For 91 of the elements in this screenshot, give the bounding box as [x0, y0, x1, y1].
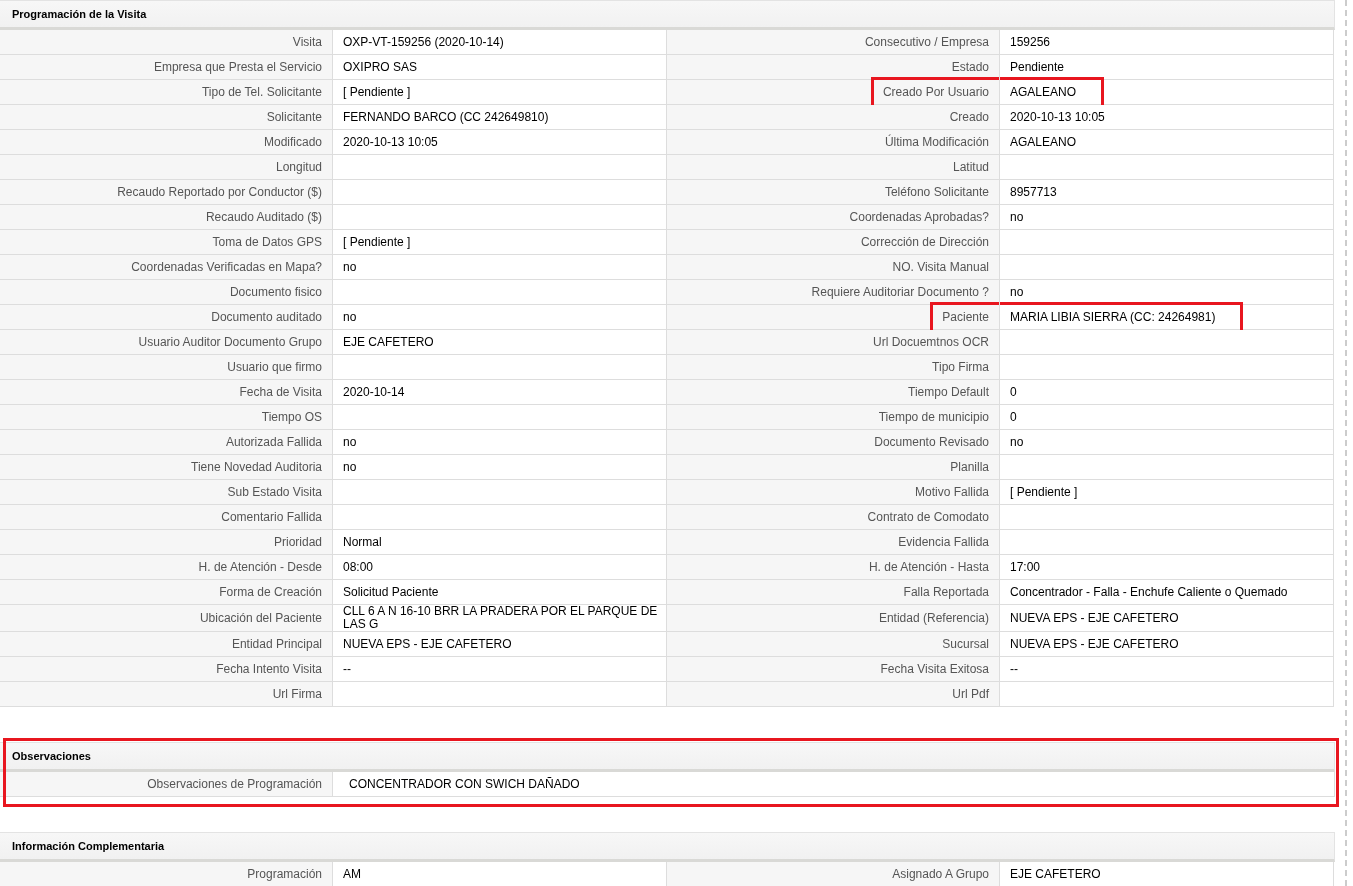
table-cell: NUEVA EPS - EJE CAFETERO — [1000, 605, 1334, 632]
field-label: Coordenadas Verificadas en Mapa? — [131, 260, 322, 274]
field-label: Tipo Firma — [932, 360, 989, 374]
field-label: Teléfono Solicitante — [884, 185, 989, 199]
table-cell: 2020-10-13 10:05 — [1000, 105, 1334, 130]
table-cell: NUEVA EPS - EJE CAFETERO — [333, 632, 667, 657]
field-label: Contrato de Comodato — [867, 510, 989, 524]
table-cell: 8957713 — [1000, 180, 1334, 205]
field-label: Solicitante — [266, 110, 322, 124]
table-cell: no — [333, 305, 667, 330]
field-label: Latitud — [952, 160, 989, 174]
field-label: Ubicación del Paciente — [199, 611, 322, 625]
table-cell: [ Pendiente ] — [333, 230, 667, 255]
field-label: Empresa que Presta el Servicio — [153, 60, 322, 74]
table-cell: Normal — [333, 530, 667, 555]
field-label: Comentario Fallida — [221, 510, 322, 524]
field-label: Sucursal — [942, 637, 989, 651]
field-label: Autorizada Fallida — [225, 435, 322, 449]
field-label: Url Pdf — [952, 687, 989, 701]
field-label: Estado — [951, 60, 989, 74]
field-label: Longitud — [275, 160, 322, 174]
section-header: Observaciones — [0, 742, 1335, 772]
field-label: Recaudo Auditado ($) — [205, 210, 322, 224]
field-label: Motivo Fallida — [914, 485, 989, 499]
field-label: Falla Reportada — [903, 585, 989, 599]
field-label: Documento fisico — [229, 285, 322, 299]
table-cell: Solicitud Paciente — [333, 580, 667, 605]
table-cell: 17:00 — [1000, 555, 1334, 580]
field-label: Toma de Datos GPS — [212, 235, 322, 249]
field-label: Documento auditado — [211, 310, 322, 324]
table-cell: no — [333, 455, 667, 480]
field-label: Visita — [292, 35, 322, 49]
field-label: Url Docuemtnos OCR — [872, 335, 989, 349]
field-label: Programación — [247, 867, 322, 881]
field-label: Coordenadas Aprobadas? — [849, 210, 989, 224]
table-cell: CLL 6 A N 16-10 BRR LA PRADERA POR EL PARQUE DE LAS G — [333, 605, 667, 632]
field-label: Tiene Novedad Auditoria — [191, 460, 322, 474]
table-cell: no — [333, 255, 667, 280]
table-cell: -- — [1000, 657, 1334, 682]
field-label: Evidencia Fallida — [898, 535, 989, 549]
field-label: Creado — [949, 110, 989, 124]
table-cell: no — [1000, 205, 1334, 230]
field-label: Corrección de Dirección — [860, 235, 989, 249]
field-label: Consecutivo / Empresa — [864, 35, 989, 49]
table-cell: FERNANDO BARCO (CC 242649810) — [333, 105, 667, 130]
table-cell: 2020-10-14 — [333, 380, 667, 405]
field-label: H. de Atención - Hasta — [868, 560, 989, 574]
field-label: Tipo de Tel. Solicitante — [201, 85, 322, 99]
table-cell: 0 — [1000, 405, 1334, 430]
table-cell: 2020-10-13 10:05 — [333, 130, 667, 155]
field-label: Última Modificación — [884, 135, 989, 149]
field-label: Requiere Auditoriar Documento ? — [811, 285, 989, 299]
table-cell: [ Pendiente ] — [333, 80, 667, 105]
table-cell: no — [333, 430, 667, 455]
field-label: Entidad Principal — [231, 637, 322, 651]
section-header: Información Complementaria — [0, 832, 1335, 862]
field-label: Documento Revisado — [874, 435, 989, 449]
table-cell: 08:00 — [333, 555, 667, 580]
table-cell: [ Pendiente ] — [1000, 480, 1334, 505]
field-label: Recaudo Reportado por Conductor ($) — [117, 185, 322, 199]
field-label: Modificado — [263, 135, 322, 149]
section-header: Programación de la Visita — [0, 0, 1335, 30]
field-label: Forma de Creación — [219, 585, 322, 599]
field-label: Usuario Auditor Documento Grupo — [138, 335, 322, 349]
field-label: Planilla — [950, 460, 989, 474]
table-cell: OXIPRO SAS — [333, 55, 667, 80]
field-label: NO. Visita Manual — [892, 260, 989, 274]
field-label: Fecha de Visita — [239, 385, 322, 399]
table-cell: -- — [333, 657, 667, 682]
field-label: Fecha Visita Exitosa — [880, 662, 989, 676]
field-label: Tiempo de municipio — [878, 410, 989, 424]
field-label: Url Firma — [272, 687, 322, 701]
field-label: Asignado A Grupo — [892, 867, 989, 881]
field-label: Prioridad — [273, 535, 322, 549]
table-cell: AGALEANO — [1000, 130, 1334, 155]
table-cell: 0 — [1000, 380, 1334, 405]
table-cell: Concentrador - Falla - Enchufe Caliente o Quemado — [1000, 580, 1334, 605]
table-cell: EJE CAFETERO — [333, 330, 667, 355]
field-label: Usuario que firmo — [227, 360, 322, 374]
field-label: Sub Estado Visita — [227, 485, 322, 499]
field-label: Tiempo OS — [261, 410, 322, 424]
table-cell: no — [1000, 430, 1334, 455]
field-label: Observaciones de Programación — [147, 777, 322, 791]
table-cell: NUEVA EPS - EJE CAFETERO — [1000, 632, 1334, 657]
field-label: Fecha Intento Visita — [216, 662, 322, 676]
field-label: Entidad (Referencia) — [878, 611, 989, 625]
field-label: Tiempo Default — [908, 385, 989, 399]
table-cell: CONCENTRADOR CON SWICH DAÑADO — [333, 772, 1335, 797]
table-cell: OXP-VT-159256 (2020-10-14) — [333, 30, 667, 55]
table-cell: 159256 — [1000, 30, 1334, 55]
field-label: H. de Atención - Desde — [198, 560, 322, 574]
